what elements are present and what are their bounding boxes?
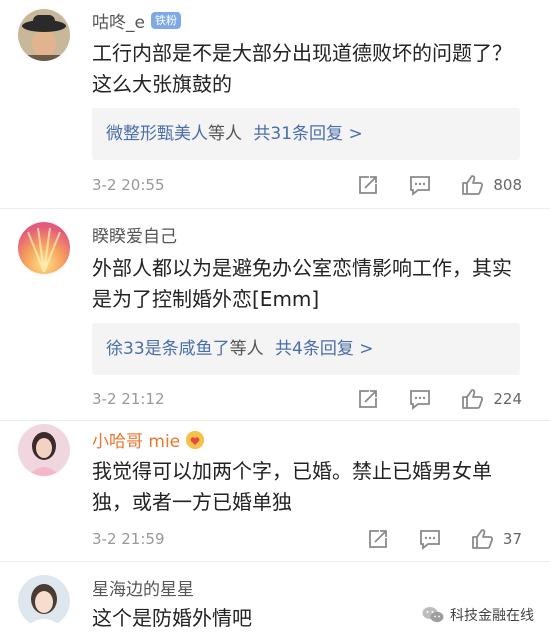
comment-icon xyxy=(420,530,440,550)
share-icon xyxy=(359,176,378,194)
wechat-logo-icon xyxy=(422,607,444,623)
thumbs-up-icon xyxy=(472,529,493,549)
replies-box[interactable]: 微整形甄美人等人 共31条回复 > xyxy=(92,108,520,160)
username[interactable]: 小哈哥 mie xyxy=(92,427,205,452)
username-text[interactable]: 咕咚_e xyxy=(92,8,145,33)
divider xyxy=(0,208,550,209)
like-count: 808 xyxy=(493,176,522,194)
avatar[interactable] xyxy=(18,9,70,61)
timestamp: 3-2 20:55 xyxy=(92,176,165,194)
share-button[interactable] xyxy=(367,528,389,550)
share-icon xyxy=(359,390,378,408)
reply-mid: 等人 xyxy=(208,124,242,144)
reply-mid: 等人 xyxy=(229,339,264,359)
reply-count-link[interactable]: 共4条回复 > xyxy=(275,339,373,359)
share-button[interactable] xyxy=(357,174,379,196)
reply-count-link[interactable]: 共31条回复 > xyxy=(253,124,362,144)
like-count: 37 xyxy=(502,530,522,548)
comment-text: 我觉得可以加两个字，已婚。禁止已婚男女单独，或者一方已婚单独 xyxy=(92,459,492,514)
like-button[interactable]: 224 xyxy=(461,388,522,410)
username-text[interactable]: 小哈哥 mie xyxy=(92,427,180,452)
reply-users[interactable]: 徐33是条咸鱼了 xyxy=(106,339,230,359)
comment-text: 外部人都以为是避免办公室恋情影响工作，其实是为了控制婚外恋[Emm] xyxy=(92,256,512,311)
comment-icon xyxy=(410,390,431,410)
avatar[interactable] xyxy=(18,575,70,627)
comment-meta: 3-2 21:12 224 xyxy=(92,387,522,411)
username[interactable]: 星海边的星星 xyxy=(92,575,194,600)
share-icon xyxy=(369,530,387,548)
comment-meta: 3-2 21:59 37 xyxy=(92,527,522,551)
username-text[interactable]: 星海边的星星 xyxy=(92,575,194,600)
timestamp: 3-2 21:12 xyxy=(92,390,165,408)
watermark-text: 科技金融在线 xyxy=(450,608,534,624)
username[interactable]: 咕咚_e 铁粉 xyxy=(92,8,181,33)
share-button[interactable] xyxy=(357,388,379,410)
divider xyxy=(0,420,550,421)
vip-heart-icon xyxy=(186,430,205,449)
replies-box[interactable]: 徐33是条咸鱼了等人 共4条回复 > xyxy=(92,323,520,375)
username[interactable]: 睽睽爱自己 xyxy=(92,222,177,247)
comment-button[interactable] xyxy=(409,388,431,410)
avatar[interactable] xyxy=(18,424,70,476)
username-text[interactable]: 睽睽爱自己 xyxy=(92,222,177,247)
divider xyxy=(0,561,550,562)
fan-badge: 铁粉 xyxy=(150,12,181,29)
like-count: 224 xyxy=(493,390,522,408)
comment-icon xyxy=(410,176,431,196)
like-button[interactable]: 808 xyxy=(461,174,522,196)
like-button[interactable]: 37 xyxy=(471,528,522,550)
thumbs-up-icon xyxy=(462,389,484,409)
avatar[interactable] xyxy=(18,222,70,274)
comment-meta: 3-2 20:55 808 xyxy=(92,173,522,197)
timestamp: 3-2 21:59 xyxy=(92,530,165,548)
watermark: 科技金融在线 xyxy=(422,605,534,625)
comment-text: 工行内部是不是大部分出现道德败坏的问题了？这么大张旗鼓的 xyxy=(92,41,512,96)
thumbs-up-icon xyxy=(462,175,484,195)
reply-users[interactable]: 微整形甄美人 xyxy=(106,124,208,144)
comment-button[interactable] xyxy=(409,174,431,196)
comment-button[interactable] xyxy=(419,528,441,550)
